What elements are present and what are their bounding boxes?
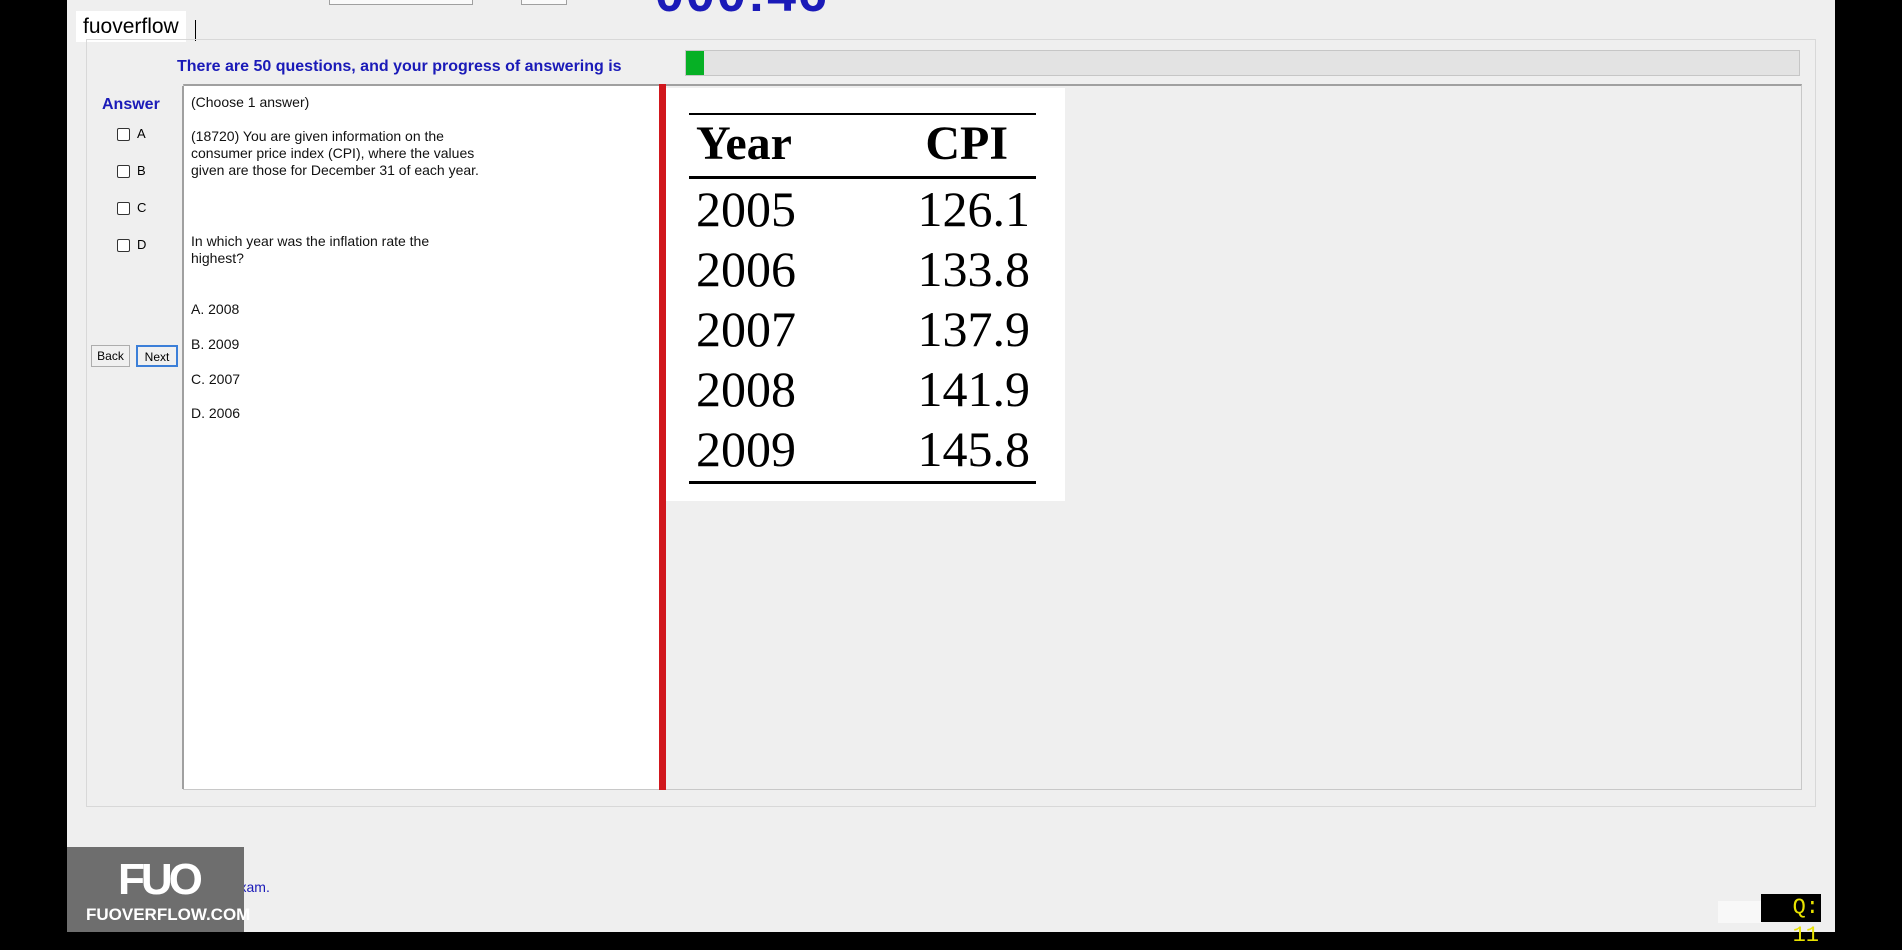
username-label: fuoverflow	[76, 11, 186, 42]
countdown-timer: 000:46	[655, 0, 829, 24]
table-row: 2007 137.9	[689, 299, 1036, 359]
question-prompt-line: In which year was the inflation rate the	[191, 233, 430, 249]
cpi-cell: 145.8	[917, 421, 1031, 477]
table-header: Year CPI	[689, 115, 1036, 173]
question-text-line: given are those for December 31 of each …	[191, 162, 479, 178]
choice-d: D. 2006	[191, 405, 241, 421]
checkbox[interactable]	[117, 165, 130, 178]
table-row: 2008 141.9	[689, 359, 1036, 419]
choice-a: A. 2008	[191, 301, 240, 317]
next-button[interactable]: Next	[136, 345, 178, 367]
cpi-cell: 141.9	[917, 361, 1031, 417]
question-pane: (Choose 1 answer) (18720) You are given …	[182, 86, 662, 789]
answer-heading: Answer	[102, 96, 160, 113]
header-year: Year	[696, 117, 792, 170]
option-label: C	[137, 200, 147, 215]
watermark-text: FUOVERFLOW.COM	[86, 905, 251, 924]
pane-splitter[interactable]	[659, 84, 666, 790]
year-cell: 2007	[696, 301, 796, 357]
option-label: B	[137, 163, 146, 178]
table-row: 2009 145.8	[689, 419, 1036, 479]
checkbox[interactable]	[117, 239, 130, 252]
watermark-logo-mark: FUO	[118, 855, 203, 904]
table-rule	[689, 481, 1036, 484]
year-cell: 2005	[696, 181, 796, 237]
question-instruction: (Choose 1 answer)	[191, 94, 310, 110]
choice-b: B. 2009	[191, 336, 240, 352]
back-button[interactable]: Back	[91, 345, 130, 367]
year-cell: 2008	[696, 361, 796, 417]
cpi-cell: 133.8	[917, 241, 1031, 297]
year-cell: 2006	[696, 241, 796, 297]
option-label: A	[137, 126, 146, 141]
question-text-line: (18720) You are given information on the	[191, 128, 444, 144]
progress-bar	[685, 50, 1800, 76]
top-dropdown[interactable]	[329, 0, 473, 5]
header-cpi: CPI	[925, 117, 1008, 170]
cpi-cell: 126.1	[917, 181, 1031, 237]
cpi-cell: 137.9	[917, 301, 1031, 357]
progress-bar-fill	[686, 51, 704, 75]
question-counter: Q: 11	[1761, 894, 1821, 948]
cpi-table: Year CPI 2005 126.1 2006 133.8 2007 137.…	[689, 113, 1036, 484]
checkbox[interactable]	[117, 128, 130, 141]
choice-c: C. 2007	[191, 371, 241, 387]
question-image: Year CPI 2005 126.1 2006 133.8 2007 137.…	[666, 88, 1065, 501]
text-caret	[195, 20, 196, 41]
question-prompt-line: highest?	[191, 250, 244, 266]
table-row: 2006 133.8	[689, 239, 1036, 299]
option-label: D	[137, 237, 147, 252]
counter-background	[1718, 901, 1762, 923]
fuoverflow-watermark: FUO FUOVERFLOW.COM	[67, 847, 250, 932]
table-row: 2005 126.1	[689, 179, 1036, 239]
year-cell: 2009	[696, 421, 796, 477]
checkbox[interactable]	[117, 202, 130, 215]
exam-window: 000:46 fuoverflow There are 50 questions…	[67, 0, 1835, 948]
question-text-line: consumer price index (CPI), where the va…	[191, 145, 475, 161]
progress-label: There are 50 questions, and your progres…	[177, 58, 622, 75]
top-small-control[interactable]	[521, 0, 567, 5]
